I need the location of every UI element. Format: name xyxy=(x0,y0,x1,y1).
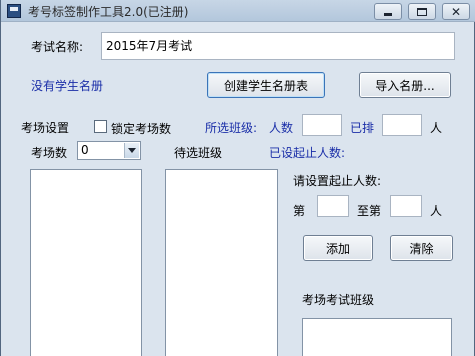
range-unit-label: 人 xyxy=(430,204,443,218)
minimize-icon xyxy=(384,12,392,16)
people-unit-label: 人 xyxy=(430,121,443,135)
range-from-input[interactable] xyxy=(317,195,349,217)
exam-room-classes-label: 考场考试班级 xyxy=(302,293,375,307)
app-icon xyxy=(7,4,21,18)
maximize-button[interactable] xyxy=(408,3,436,20)
room-count-value: 0 xyxy=(81,143,89,157)
arranged-count-input[interactable] xyxy=(382,114,422,136)
room-list[interactable] xyxy=(30,169,142,356)
minimize-button[interactable] xyxy=(374,3,402,20)
lock-room-count-label: 锁定考场数 xyxy=(111,122,172,136)
close-icon: ✕ xyxy=(450,4,462,19)
range-from-label: 第 xyxy=(293,204,306,218)
chevron-down-icon[interactable] xyxy=(124,143,139,158)
maximize-icon xyxy=(417,7,427,16)
room-settings-label: 考场设置 xyxy=(21,121,70,135)
clear-button[interactable]: 清除 xyxy=(390,235,453,261)
create-roster-button[interactable]: 创建学生名册表 xyxy=(207,72,325,98)
selected-classes-label: 所选班级: xyxy=(205,121,258,135)
room-count-select[interactable]: 0 xyxy=(77,141,141,160)
people-count-label: 人数 xyxy=(269,121,294,135)
exam-room-classes-list[interactable] xyxy=(302,318,452,356)
room-count-label: 考场数 xyxy=(31,146,68,160)
import-roster-button[interactable]: 导入名册... xyxy=(359,72,451,98)
lock-room-count-checkbox[interactable] xyxy=(94,120,107,133)
exam-name-label: 考试名称: xyxy=(31,40,84,54)
range-prompt: 请设置起止人数: xyxy=(293,174,382,188)
no-students-status: 没有学生名册 xyxy=(31,79,104,93)
window-title: 考号标签制作工具2.0(已注册) xyxy=(28,5,189,19)
people-count-input[interactable] xyxy=(302,114,342,136)
close-button[interactable]: ✕ xyxy=(442,3,470,20)
range-to-input[interactable] xyxy=(390,195,422,217)
set-range-label: 已设起止人数: xyxy=(269,146,346,160)
range-to-label: 至第 xyxy=(357,204,382,218)
pending-classes-list[interactable] xyxy=(165,169,278,356)
title-bar[interactable]: 考号标签制作工具2.0(已注册) ✕ xyxy=(1,0,475,22)
main-window: 考号标签制作工具2.0(已注册) ✕ 考试名称: 2015年7月考试 没有学生名… xyxy=(0,0,475,356)
add-button[interactable]: 添加 xyxy=(303,235,373,261)
pending-classes-label: 待选班级 xyxy=(174,146,223,160)
arranged-label: 已排 xyxy=(350,121,375,135)
exam-name-input[interactable]: 2015年7月考试 xyxy=(101,32,455,60)
